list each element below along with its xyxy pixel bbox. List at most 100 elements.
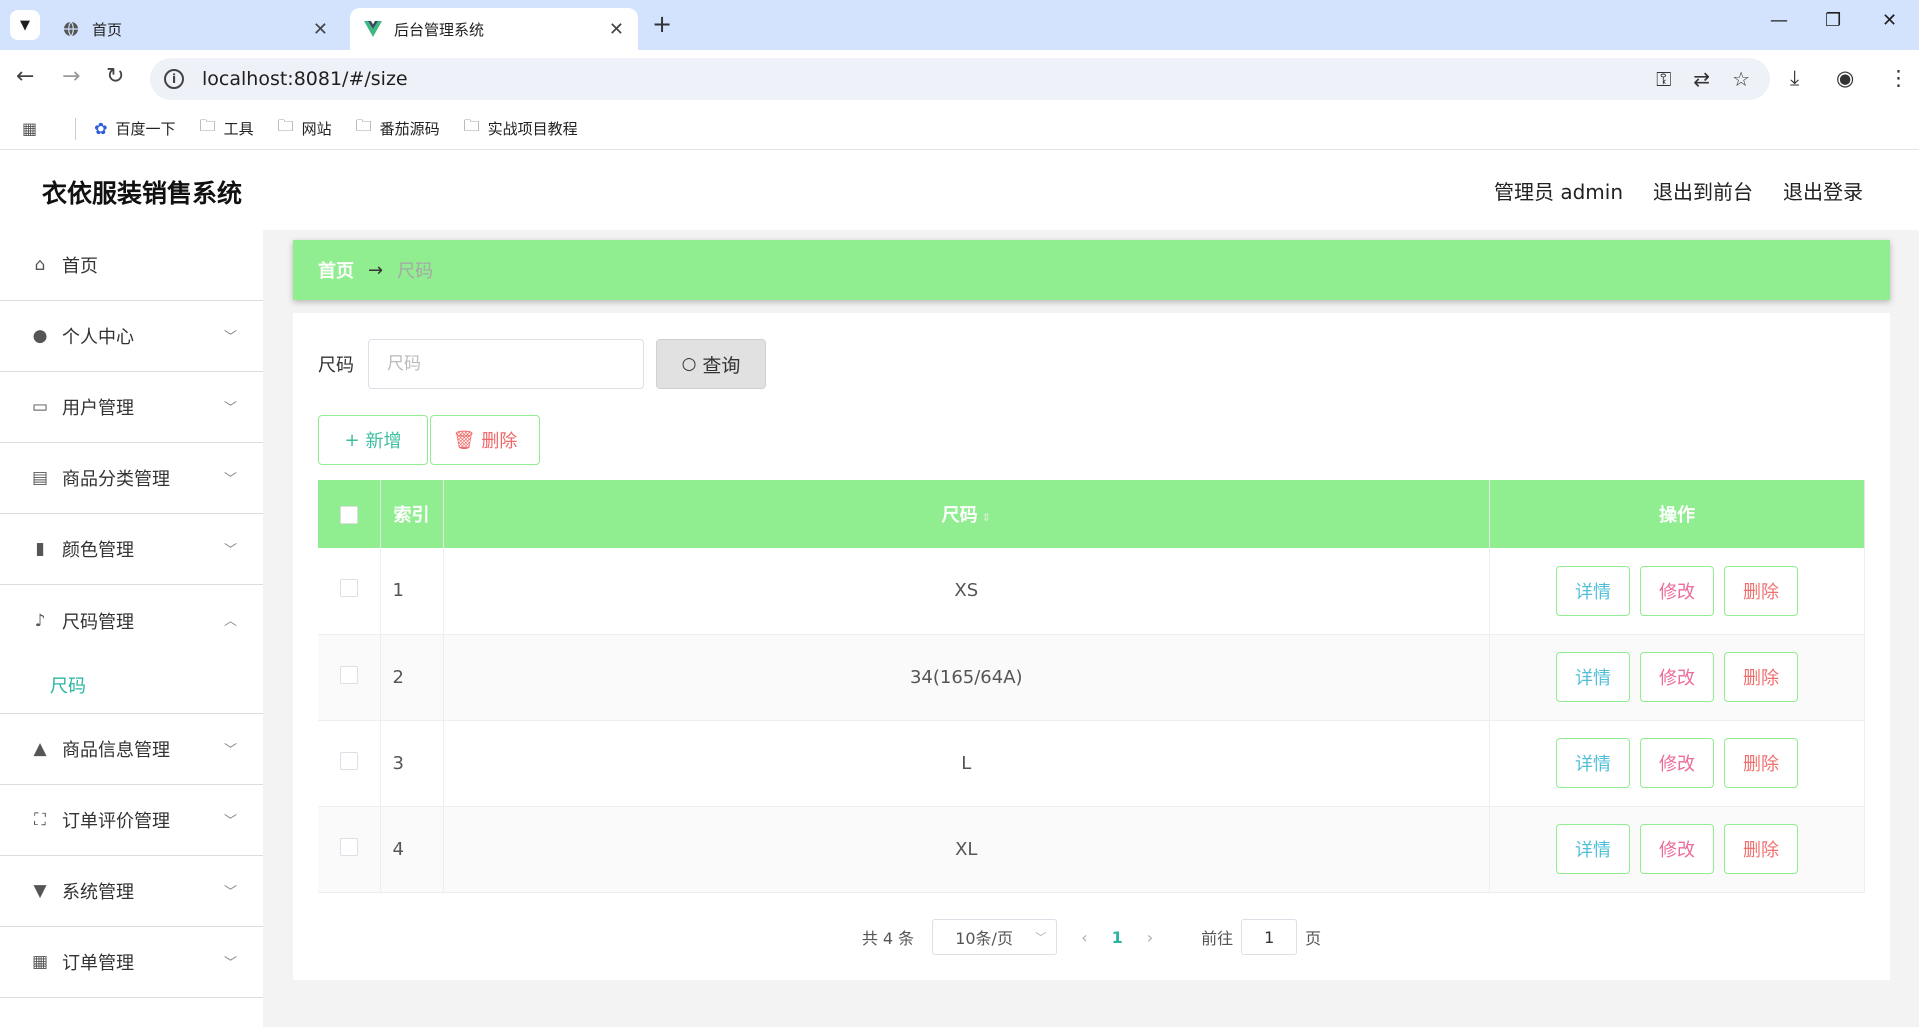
page-number-current[interactable]: 1 [1112, 928, 1123, 947]
bookmark-baidu[interactable]: ✿ 百度一下 [94, 118, 175, 139]
chevron-down-icon: ﹀ [223, 956, 237, 971]
download-icon[interactable]: ⤓ [1790, 66, 1799, 91]
sidebar-item-personal-center[interactable]: ● 个人中心 ﹀ [0, 301, 263, 372]
bookmark-fanqie[interactable]: 🗀 番茄源码 [356, 115, 440, 142]
sidebar-item-label: 个人中心 [62, 327, 134, 348]
size-table: 索引 尺码 ⇕ 操作 1 XS 详情 修改 删除 2 34(165/64A) 详… [318, 480, 1865, 893]
sidebar-item-label: 尺码 [50, 675, 86, 697]
new-tab-button[interactable]: + [652, 10, 672, 38]
close-icon[interactable]: ✕ [609, 19, 624, 40]
crop-icon: ⛶ [34, 810, 46, 830]
tab-search-button[interactable]: ▼ [10, 10, 40, 40]
url-text: localhost:8081/#/size [202, 68, 408, 90]
browser-toolbar: ← → ↻ i localhost:8081/#/size ⚿ ⇄ ☆ ⤓ ◉ … [0, 50, 1919, 108]
goto-page-input[interactable] [1241, 919, 1298, 955]
goto-label: 前往 [1201, 929, 1234, 948]
sidebar-item-product-management[interactable]: ▲ 商品信息管理 ﹀ [0, 714, 263, 785]
sidebar-subitem-size[interactable]: 尺码 [0, 656, 263, 714]
edit-button[interactable]: 修改 [1640, 738, 1714, 788]
header-size-label: 尺码 [941, 505, 978, 526]
row-index: 1 [380, 548, 444, 635]
row-checkbox[interactable] [339, 837, 358, 856]
browser-tab-admin[interactable]: 后台管理系统 ✕ [350, 8, 638, 50]
query-button[interactable]: ○ 查询 [656, 339, 766, 389]
select-all-checkbox[interactable] [339, 505, 358, 524]
delete-button[interactable]: 删除 [1724, 565, 1798, 616]
bookmark-tutorials[interactable]: 🗀 实战项目教程 [464, 115, 578, 142]
sidebar-item-category-management[interactable]: ▤ 商品分类管理 ﹀ [0, 443, 263, 514]
search-form: 尺码 ○ 查询 [318, 339, 766, 389]
batch-delete-button[interactable]: 🗑 删除 [430, 415, 540, 465]
row-checkbox[interactable] [339, 751, 358, 770]
clipboard-icon: ▤ [31, 468, 49, 488]
home-icon: ⌂ [34, 255, 46, 275]
header-size[interactable]: 尺码 ⇕ [443, 480, 1490, 548]
menu-kebab-icon[interactable]: ⋮ [1888, 66, 1909, 90]
exit-to-front-link[interactable]: 退出到前台 [1653, 176, 1753, 205]
header-select-all[interactable] [318, 480, 381, 548]
reload-icon[interactable]: ↻ [106, 64, 124, 89]
key-icon[interactable]: ⚿ [1656, 67, 1671, 91]
prev-page-button[interactable]: ‹ [1081, 928, 1087, 947]
breadcrumb-home[interactable]: 首页 [318, 257, 354, 283]
back-arrow-icon[interactable]: ← [16, 64, 34, 89]
logout-link[interactable]: 退出登录 [1783, 176, 1863, 205]
tab-title: 首页 [92, 20, 123, 39]
sidebar-item-color-management[interactable]: ▮ 颜色管理 ﹀ [0, 514, 263, 585]
restore-icon[interactable]: ❐ [1825, 10, 1841, 31]
detail-button[interactable]: 详情 [1556, 738, 1630, 788]
edit-button[interactable]: 修改 [1640, 565, 1714, 616]
vue-logo-icon [364, 20, 382, 38]
size-search-input[interactable] [368, 339, 644, 389]
sidebar-item-label: 商品分类管理 [62, 469, 170, 490]
site-info-icon[interactable]: i [164, 69, 184, 89]
chevron-up-icon: ︿ [223, 614, 237, 629]
window-close-icon[interactable]: ✕ [1882, 10, 1897, 31]
delete-button[interactable]: 删除 [1724, 738, 1798, 788]
star-icon[interactable]: ☆ [1732, 67, 1750, 91]
detail-button[interactable]: 详情 [1556, 652, 1630, 702]
forward-arrow-icon[interactable]: → [62, 64, 80, 89]
browser-tab-home[interactable]: 首页 ✕ [48, 8, 342, 50]
page-unit-label: 页 [1305, 929, 1322, 948]
sidebar-menu: ⌂ 首页 ● 个人中心 ﹀ ▭ 用户管理 ﹀ ▤ 商品分类管理 ﹀ ▮ 颜色管理… [0, 230, 263, 1027]
minimize-icon[interactable]: — [1770, 10, 1788, 31]
bookmarks-bar: ▦ ✿ 百度一下 🗀 工具 🗀 网站 🗀 番茄源码 🗀 实战项目教程 [0, 108, 1919, 150]
row-select-cell [318, 634, 381, 721]
bookmark-tools[interactable]: 🗀 工具 [200, 115, 254, 142]
row-checkbox[interactable] [339, 579, 358, 598]
row-size: XL [443, 806, 1490, 893]
edit-button[interactable]: 修改 [1640, 652, 1714, 702]
sidebar-item-label: 尺码管理 [62, 611, 134, 633]
chevron-down-icon: ﹀ [223, 885, 237, 900]
row-checkbox[interactable] [339, 665, 358, 684]
close-icon[interactable]: ✕ [313, 19, 328, 40]
translate-icon[interactable]: ⇄ [1693, 67, 1710, 91]
edit-button[interactable]: 修改 [1640, 824, 1714, 874]
delete-button[interactable]: 删除 [1724, 824, 1798, 874]
address-bar[interactable]: i localhost:8081/#/size ⚿ ⇄ ☆ [150, 58, 1770, 100]
page-size-select[interactable]: 10条/页 ﹀ [932, 919, 1058, 955]
row-size: XS [443, 548, 1490, 635]
add-button[interactable]: + 新增 [318, 415, 428, 465]
detail-button[interactable]: 详情 [1556, 824, 1630, 874]
detail-button[interactable]: 详情 [1556, 565, 1630, 616]
sidebar-item-size-management[interactable]: ♪ 尺码管理 ︿ [0, 585, 263, 656]
sidebar-item-user-management[interactable]: ▭ 用户管理 ﹀ [0, 372, 263, 443]
sidebar-item-review-management[interactable]: ⛶ 订单评价管理 ﹀ [0, 785, 263, 856]
current-user: 管理员 admin [1493, 180, 1623, 204]
pagination: 共 4 条 10条/页 ﹀ ‹ 1 › 前往 页 [293, 919, 1890, 955]
sidebar-item-home[interactable]: ⌂ 首页 [0, 230, 263, 301]
next-page-button[interactable]: › [1147, 928, 1153, 947]
profile-icon[interactable]: ◉ [1836, 66, 1854, 90]
brush-icon: ▼ [33, 881, 47, 901]
delete-button[interactable]: 删除 [1724, 652, 1798, 702]
apps-grid-icon[interactable]: ▦ [22, 119, 45, 138]
bookmark-sites[interactable]: 🗀 网站 [278, 115, 332, 142]
sidebar-item-order-management[interactable]: ▦ 订单管理 ﹀ [0, 927, 263, 998]
sort-caret-icon[interactable]: ⇕ [982, 511, 991, 524]
row-select-cell [318, 548, 381, 635]
baidu-paw-icon: ✿ [94, 119, 108, 138]
sidebar-item-system-management[interactable]: ▼ 系统管理 ﹀ [0, 856, 263, 927]
bookmark-label: 工具 [223, 120, 254, 138]
